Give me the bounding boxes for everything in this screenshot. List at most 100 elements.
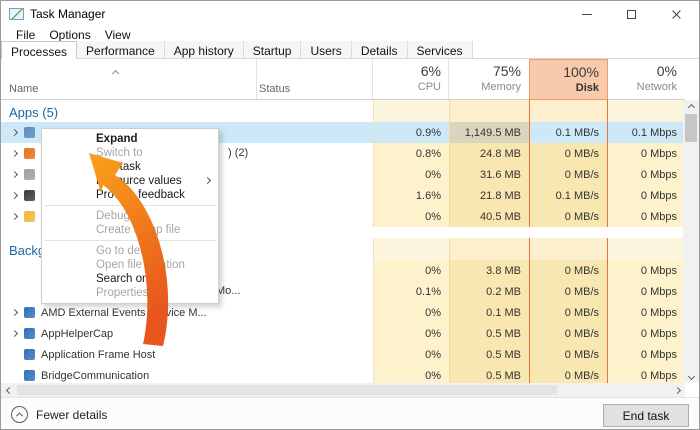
vertical-scrollbar-thumb[interactable] [685, 114, 697, 142]
group-heat-cell [449, 238, 529, 260]
memory-value: 31.6 MB [449, 164, 529, 185]
chevron-right-icon[interactable] [11, 330, 18, 337]
tab-strip: ProcessesPerformanceApp historyStartupUs… [1, 42, 699, 59]
network-value: 0 Mbps [608, 323, 685, 344]
memory-value: 0.5 MB [449, 365, 529, 383]
close-button[interactable] [654, 1, 699, 27]
menubar-item-view[interactable]: View [98, 28, 138, 42]
tab-startup[interactable]: Startup [244, 41, 302, 58]
group-heat-cell [608, 238, 685, 260]
close-icon [671, 9, 682, 20]
tab-app-history[interactable]: App history [165, 41, 244, 58]
group-header-row[interactable]: Apps (5) [1, 100, 685, 122]
network-value: 0 Mbps [608, 365, 685, 383]
context-menu-item-search-online[interactable]: Search online [42, 272, 218, 286]
chevron-right-icon[interactable] [11, 129, 18, 136]
disk-value: 0 MB/s [529, 164, 608, 185]
chevron-right-icon[interactable] [11, 150, 18, 157]
chevron-right-icon[interactable] [11, 192, 18, 199]
column-header-status[interactable]: Status [259, 83, 290, 95]
menubar-item-options[interactable]: Options [42, 28, 97, 42]
memory-value: 1,149.5 MB [449, 122, 529, 143]
context-menu-item-expand[interactable]: Expand [42, 132, 218, 146]
cpu-value: 0% [373, 323, 449, 344]
menubar-item-file[interactable]: File [9, 28, 42, 42]
horizontal-scrollbar[interactable] [1, 383, 685, 397]
tab-users[interactable]: Users [301, 41, 351, 58]
scroll-down-arrow[interactable] [683, 369, 699, 383]
disk-value: 0 MB/s [529, 344, 608, 365]
process-name-suffix: ) (2) [228, 147, 248, 159]
memory-value: 0.5 MB [449, 344, 529, 365]
usage-label: CPU [373, 81, 441, 93]
fewer-details-toggle[interactable]: Fewer details [11, 406, 107, 423]
scroll-left-arrow[interactable] [1, 383, 17, 397]
disk-value: 0 MB/s [529, 281, 608, 302]
process-name-cell: AppHelperCap [1, 323, 373, 344]
context-menu-item-resource-values[interactable]: Resource values [42, 174, 218, 188]
column-header-network[interactable]: 0%Network [608, 59, 685, 100]
column-header-row: Name Status 6%CPU75%Memory100% Disk 0%Netw… [1, 59, 685, 100]
context-menu-item-end-task[interactable]: End task [42, 160, 218, 174]
memory-value: 21.8 MB [449, 185, 529, 206]
network-value: 0 Mbps [608, 206, 685, 227]
cpu-value: 0% [373, 164, 449, 185]
group-heat-cell [373, 100, 449, 122]
group-heat-cell [608, 100, 685, 122]
group-heat-cell [373, 238, 449, 260]
process-row[interactable]: AMD External Events Service M...0%0.1 MB… [1, 302, 685, 323]
minimize-button[interactable] [564, 1, 609, 27]
memory-value: 40.5 MB [449, 206, 529, 227]
process-row[interactable]: BridgeCommunication0%0.5 MB0 MB/s0 Mbps [1, 365, 685, 383]
context-menu-item-go-to-details: Go to details [42, 244, 218, 258]
process-icon [24, 190, 35, 201]
end-task-button[interactable]: End task [603, 404, 689, 427]
process-icon [24, 349, 35, 360]
usage-label: Disk [530, 82, 599, 94]
tab-performance[interactable]: Performance [77, 41, 165, 58]
context-menu: ExpandSwitch toEnd taskResource valuesPr… [41, 128, 219, 304]
network-value: 0 Mbps [608, 344, 685, 365]
process-icon [24, 328, 35, 339]
tab-details[interactable]: Details [352, 41, 408, 58]
chevron-right-icon[interactable] [11, 309, 18, 316]
process-row[interactable]: AppHelperCap0%0.5 MB0 MB/s0 Mbps [1, 323, 685, 344]
chevron-right-icon[interactable] [11, 171, 18, 178]
process-name: BridgeCommunication [41, 370, 149, 382]
maximize-button[interactable] [609, 1, 654, 27]
scroll-up-arrow[interactable] [683, 100, 699, 114]
memory-value: 0.5 MB [449, 323, 529, 344]
vertical-scrollbar[interactable] [683, 100, 699, 383]
column-header-memory[interactable]: 75%Memory [449, 59, 529, 100]
usage-percent: 100% [530, 64, 599, 80]
scroll-right-arrow[interactable] [669, 383, 685, 397]
cpu-value: 1.6% [373, 185, 449, 206]
disk-value: 0.1 MB/s [529, 185, 608, 206]
horizontal-scrollbar-thumb[interactable] [17, 385, 557, 395]
column-header-name[interactable]: Name [9, 83, 38, 95]
cpu-value: 0% [373, 365, 449, 383]
disk-value: 0.1 MB/s [529, 122, 608, 143]
disk-value: 0 MB/s [529, 206, 608, 227]
process-icon [24, 127, 35, 138]
process-row[interactable]: Application Frame Host0%0.5 MB0 MB/s0 Mb… [1, 344, 685, 365]
process-name-cell: BridgeCommunication [1, 365, 373, 383]
process-name-suffix: Mo... [216, 285, 240, 297]
memory-value: 24.8 MB [449, 143, 529, 164]
context-menu-item-provide-feedback[interactable]: Provide feedback [42, 188, 218, 202]
context-menu-item-create-dump-file: Create dump file [42, 223, 218, 237]
group-heat-cell [449, 100, 529, 122]
column-header-cpu[interactable]: 6%CPU [373, 59, 449, 100]
process-icon [24, 148, 35, 159]
process-icon [24, 169, 35, 180]
context-menu-item-open-file-location: Open file location [42, 258, 218, 272]
process-name-cell: Application Frame Host [1, 344, 373, 365]
chevron-right-icon[interactable] [11, 213, 18, 220]
column-divider [256, 59, 257, 99]
tab-services[interactable]: Services [408, 41, 473, 58]
tab-processes[interactable]: Processes [1, 41, 77, 59]
context-menu-item-properties: Properties [42, 286, 218, 300]
process-name-cell: AMD External Events Service M... [1, 302, 373, 323]
column-header-disk[interactable]: 100% Disk [529, 59, 608, 100]
process-icon [24, 211, 35, 222]
